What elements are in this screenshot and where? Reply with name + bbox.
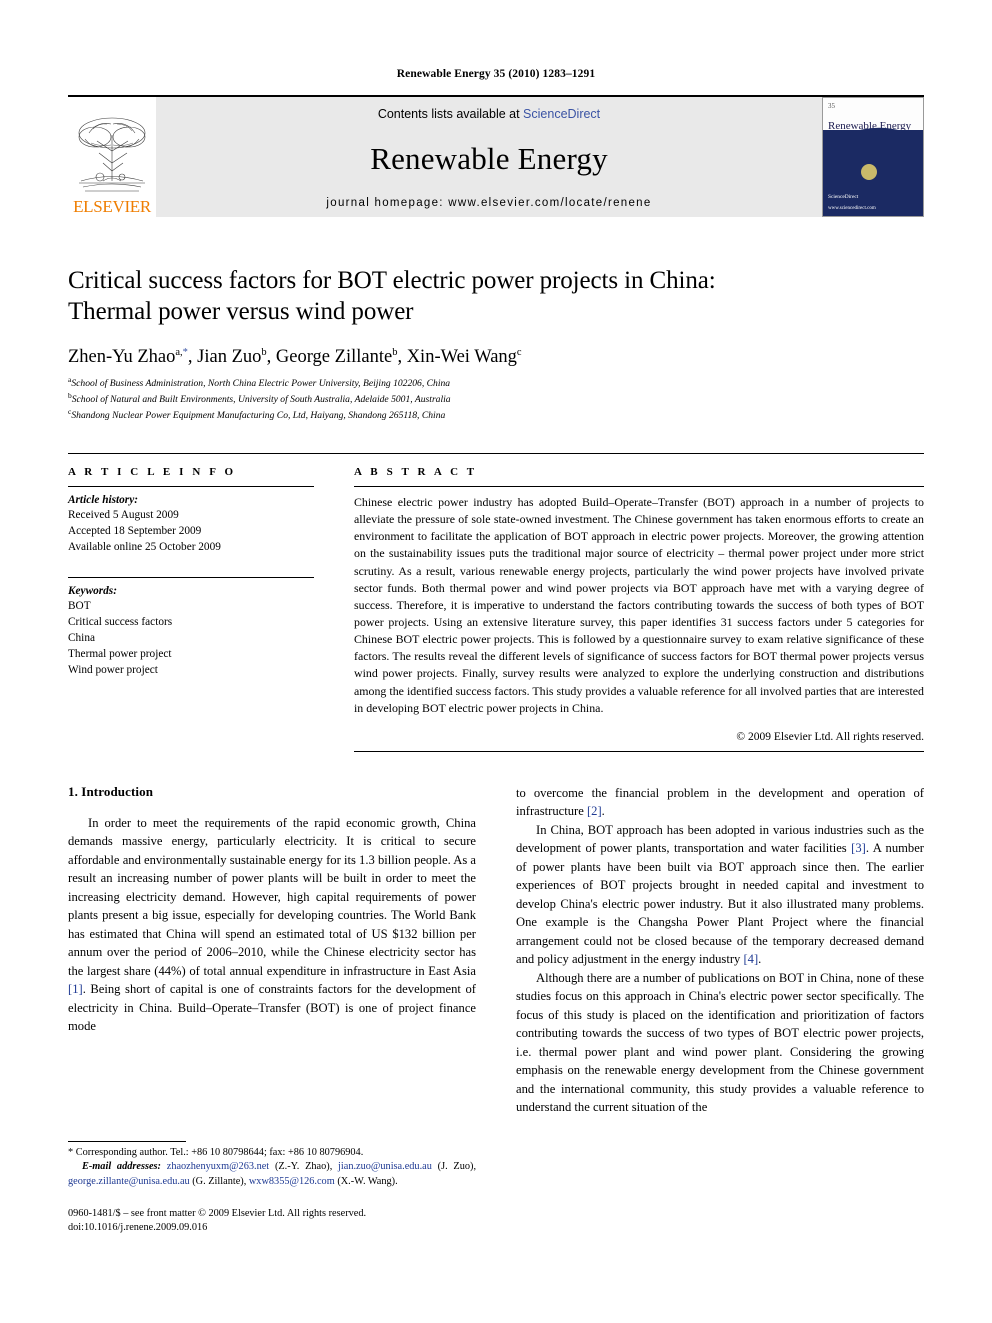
keywords-rule xyxy=(68,577,314,579)
email-addresses-note: E-mail addresses: zhaozhenyuxm@263.net (… xyxy=(68,1161,477,1187)
info-abstract-section: A R T I C L E I N F O Article history: R… xyxy=(68,452,924,752)
footnote-rule xyxy=(68,1140,186,1142)
email-address[interactable]: wxw8355@126.com xyxy=(249,1176,335,1187)
abstract-copyright: © 2009 Elsevier Ltd. All rights reserved… xyxy=(736,730,924,743)
body-column-left: 1. Introduction In order to meet the req… xyxy=(68,784,476,1236)
citation-link[interactable]: [2] xyxy=(587,804,602,818)
keyword-item: Wind power project xyxy=(68,664,158,677)
keyword-item: China xyxy=(68,632,95,645)
article-info-column: A R T I C L E I N F O Article history: R… xyxy=(68,466,354,752)
paragraph: Although there are a number of publicati… xyxy=(516,970,924,1115)
journal-masthead: ELSEVIER Contents lists available at Sci… xyxy=(68,95,924,217)
doi-line: doi:10.1016/j.renene.2009.09.016 xyxy=(68,1222,208,1234)
journal-cover-thumbnail: 35 Renewable Energy AN INTERNATIONAL JOU… xyxy=(822,97,924,217)
citation-link[interactable]: [1] xyxy=(68,982,83,996)
affiliation-list: aSchool of Business Administration, Nort… xyxy=(68,375,924,423)
sciencedirect-link[interactable]: ScienceDirect xyxy=(523,107,600,121)
affiliation-item: aSchool of Business Administration, Nort… xyxy=(68,375,924,391)
running-head: Renewable Energy 35 (2010) 1283–1291 xyxy=(396,68,596,80)
abstract-rule xyxy=(354,485,924,487)
article-info-rule xyxy=(68,485,314,487)
keywords-label: Keywords: xyxy=(68,585,117,598)
abstract-bottom-rule xyxy=(354,750,924,752)
keyword-item: Thermal power project xyxy=(68,648,172,661)
author-list: Zhen-Yu Zhaoa,*, Jian Zuob, George Zilla… xyxy=(68,346,522,367)
elsevier-tree-icon xyxy=(78,117,146,192)
email-address[interactable]: jian.zuo@unisa.edu.au xyxy=(338,1161,432,1172)
affiliation-text: School of Natural and Built Environments… xyxy=(71,393,451,405)
elsevier-wordmark: ELSEVIER xyxy=(73,197,151,216)
contents-available-line: Contents lists available at ScienceDirec… xyxy=(378,107,600,121)
abstract-heading: A B S T R A C T xyxy=(354,465,478,478)
email-owner: (Z.-Y. Zhao) xyxy=(274,1161,330,1173)
elsevier-logo: ELSEVIER xyxy=(68,97,156,217)
paragraph: In China, BOT approach has been adopted … xyxy=(516,822,924,967)
affiliation-item: cShandong Nuclear Power Equipment Manufa… xyxy=(68,407,924,423)
cover-seal-icon xyxy=(861,164,877,180)
affiliation-text: Shandong Nuclear Power Equipment Manufac… xyxy=(71,410,446,422)
history-item: Received 5 August 2009 xyxy=(68,508,179,521)
email-owner: (G. Zillante) xyxy=(192,1175,244,1187)
cover-publisher: www.sciencedirect.com xyxy=(828,206,876,211)
article-history-label: Article history: xyxy=(68,493,138,506)
abstract-column: A B S T R A C T Chinese electric power i… xyxy=(354,466,924,752)
section-heading-introduction: 1. Introduction xyxy=(68,783,154,799)
cover-issue-mark: 35 xyxy=(828,102,835,110)
masthead-center: Contents lists available at ScienceDirec… xyxy=(156,97,822,217)
history-item: Available online 25 October 2009 xyxy=(68,541,221,554)
keyword-item: BOT xyxy=(68,600,91,613)
title-line-1: Critical success factors for BOT electri… xyxy=(68,267,716,294)
keywords-list: BOT Critical success factors China Therm… xyxy=(68,598,314,678)
affiliation-item: bSchool of Natural and Built Environment… xyxy=(68,391,924,407)
keyword-item: Critical success factors xyxy=(68,616,173,629)
issn-line: 0960-1481/$ – see front matter © 2009 El… xyxy=(68,1207,367,1219)
footnote-block: * Corresponding author. Tel.: +86 10 807… xyxy=(68,1140,477,1236)
contents-prefix: Contents lists available at xyxy=(377,107,524,121)
journal-title: Renewable Energy xyxy=(370,141,608,176)
article-history-list: Received 5 August 2009 Accepted 18 Septe… xyxy=(68,507,314,555)
corresponding-author-note: * Corresponding author. Tel.: +86 10 807… xyxy=(68,1146,364,1158)
email-owner: (X.-W. Wang) xyxy=(337,1175,396,1187)
keywords-block: Keywords: BOT Critical success factors C… xyxy=(68,577,314,678)
paper-page: Renewable Energy 35 (2010) 1283–1291 ELS… xyxy=(0,0,992,1323)
email-label: E-mail addresses: xyxy=(82,1161,161,1173)
body-column-right: to overcome the financial problem in the… xyxy=(516,784,924,1236)
citation-link[interactable]: [4] xyxy=(743,952,758,966)
body-columns: 1. Introduction In order to meet the req… xyxy=(68,784,924,1236)
page-title: Critical success factors for BOT electri… xyxy=(68,265,924,328)
abstract-text: Chinese electric power industry has adop… xyxy=(354,494,924,715)
cover-sciencedirect: ScienceDirect xyxy=(828,194,859,200)
email-address[interactable]: george.zillante@unisa.edu.au xyxy=(68,1176,190,1187)
email-address[interactable]: zhaozhenyuxm@263.net xyxy=(167,1161,269,1172)
history-item: Accepted 18 September 2009 xyxy=(68,525,202,537)
paragraph: to overcome the financial problem in the… xyxy=(516,785,924,819)
affiliation-text: School of Business Administration, North… xyxy=(71,377,451,389)
issn-copyright-block: 0960-1481/$ – see front matter © 2009 El… xyxy=(68,1207,476,1236)
journal-homepage[interactable]: journal homepage: www.elsevier.com/locat… xyxy=(326,197,651,209)
citation-link[interactable]: [3] xyxy=(851,841,866,855)
email-owner: (J. Zuo) xyxy=(437,1161,474,1173)
paragraph: In order to meet the requirements of the… xyxy=(68,815,476,1034)
title-block: Critical success factors for BOT electri… xyxy=(68,265,924,423)
title-line-2: Thermal power versus wind power xyxy=(68,298,414,326)
article-info-heading: A R T I C L E I N F O xyxy=(68,465,237,478)
